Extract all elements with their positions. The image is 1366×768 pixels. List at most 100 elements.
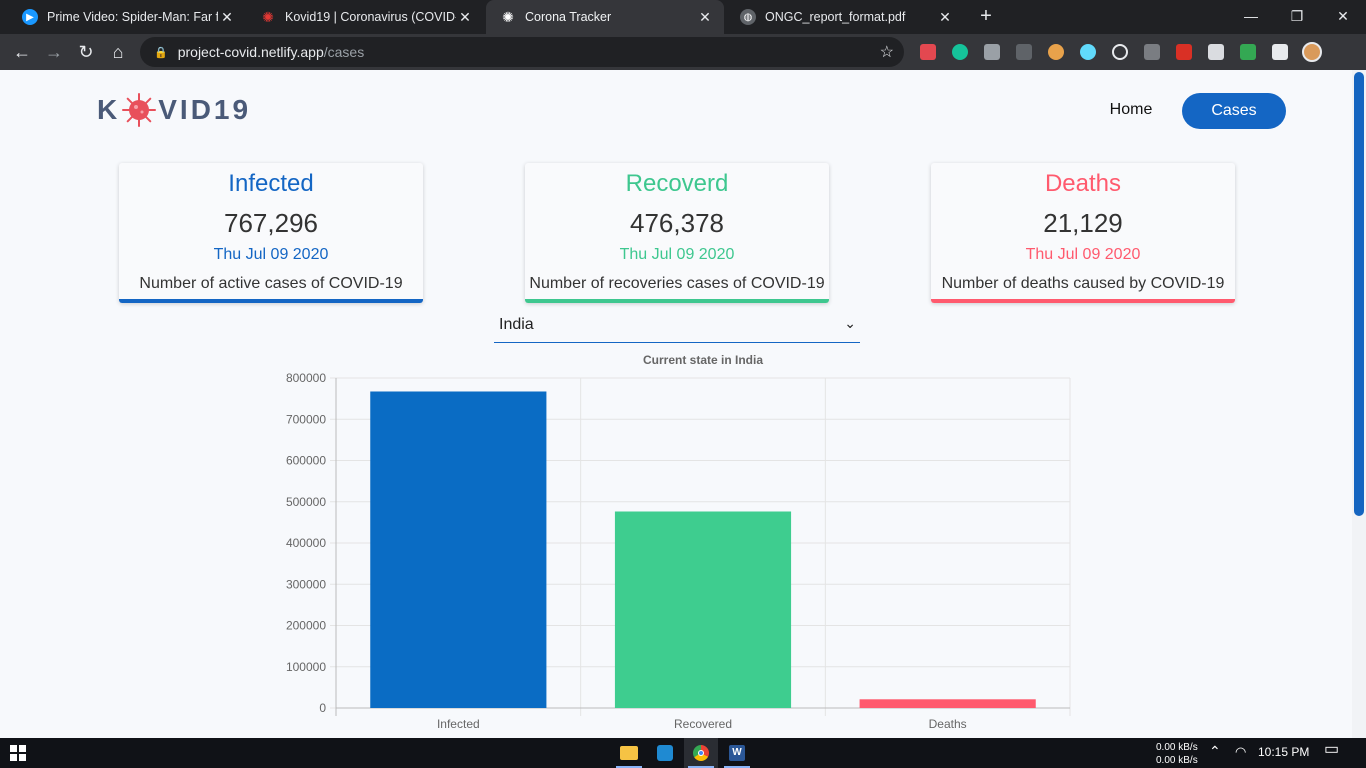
x-tick-label: Deaths <box>929 717 967 731</box>
globe-icon: ◍ <box>740 9 756 25</box>
close-icon[interactable]: ✕ <box>218 9 236 26</box>
home-icon[interactable]: ⌂ <box>106 40 130 64</box>
y-tick-label: 800000 <box>286 371 326 385</box>
card-description: Number of recoveries cases of COVID-19 <box>529 275 825 292</box>
word-icon[interactable]: W <box>720 738 754 768</box>
virus-icon: ✺ <box>502 8 514 25</box>
card-description: Number of active cases of COVID-19 <box>139 275 403 292</box>
card-title: Deaths <box>1044 170 1122 197</box>
react-devtools-icon[interactable] <box>1080 44 1096 60</box>
card-value: 476,378 <box>630 208 724 238</box>
card-date: Thu Jul 09 2020 <box>213 246 329 263</box>
card-title: Recoverd <box>625 170 729 197</box>
tab-title: Corona Tracker <box>525 10 612 24</box>
tab-title: Kovid19 | Coronavirus (COVID-19 <box>285 10 456 24</box>
y-tick-label: 100000 <box>286 660 326 674</box>
nav-home-link[interactable]: Home <box>1096 92 1166 128</box>
close-icon[interactable]: ✕ <box>936 9 954 26</box>
card-stripe <box>525 299 829 303</box>
vscode-icon[interactable] <box>648 738 682 768</box>
net-up: 0.00 kB/s <box>1156 742 1198 753</box>
clock[interactable]: 10:15 PM <box>1258 746 1309 759</box>
card-stripe <box>931 299 1235 303</box>
y-tick-label: 200000 <box>286 619 326 633</box>
infected-card: Infected 767,296 Thu Jul 09 2020 Number … <box>119 163 423 303</box>
reload-icon[interactable]: ↻ <box>74 40 98 64</box>
y-tick-label: 300000 <box>286 577 326 591</box>
country-select[interactable]: India ⌄ <box>494 307 860 343</box>
y-tick-label: 0 <box>319 701 326 715</box>
lock-icon: 🔒 <box>154 46 168 59</box>
wifi-icon[interactable]: ◠ <box>1235 745 1246 758</box>
card-date: Thu Jul 09 2020 <box>619 246 735 263</box>
chart-title: Current state in India <box>643 353 763 367</box>
restore-button[interactable]: ❐ <box>1274 0 1320 34</box>
page: K VID19 Home Cases Infected 767,296 Thu … <box>0 70 1352 738</box>
url-path: /cases <box>323 44 365 60</box>
close-icon[interactable]: ✕ <box>696 9 714 26</box>
nav-cases-button[interactable]: Cases <box>1182 93 1286 129</box>
tab-prime-video[interactable]: ▶ Prime Video: Spider-Man: Far from Home… <box>8 0 246 34</box>
virus-icon: ✺ <box>262 8 274 25</box>
new-tab-button[interactable]: + <box>974 5 998 29</box>
address-bar[interactable]: 🔒 project-covid.netlify.app /cases ☆ <box>140 37 904 67</box>
extension-icon[interactable] <box>984 44 1000 60</box>
extension-icon[interactable] <box>1112 44 1128 60</box>
prime-video-icon: ▶ <box>22 9 38 25</box>
x-tick-label: Infected <box>437 717 480 731</box>
site-logo[interactable]: K VID19 <box>97 93 252 127</box>
back-icon[interactable]: ← <box>10 40 34 64</box>
virus-icon <box>122 93 157 127</box>
extension-icon[interactable] <box>1048 44 1064 60</box>
close-window-button[interactable]: ✕ <box>1320 0 1366 34</box>
card-value: 21,129 <box>1043 208 1123 238</box>
bookmark-star-icon[interactable]: ☆ <box>880 42 894 62</box>
chrome-icon[interactable] <box>684 738 718 768</box>
tab-kovid19[interactable]: ✺ Kovid19 | Coronavirus (COVID-19 ✕ <box>246 0 484 34</box>
network-speed: 0.00 kB/s 0.00 kB/s <box>1156 741 1198 767</box>
y-tick-label: 500000 <box>286 495 326 509</box>
card-stripe <box>119 299 423 303</box>
y-tick-label: 700000 <box>286 412 326 426</box>
extension-icon[interactable] <box>1144 44 1160 60</box>
profile-avatar[interactable] <box>1302 42 1322 62</box>
tab-corona-tracker[interactable]: ✺ Corona Tracker ✕ <box>486 0 724 34</box>
card-date: Thu Jul 09 2020 <box>1025 246 1141 263</box>
url-host: project-covid.netlify.app <box>177 44 324 60</box>
logo-text-left: K <box>97 94 121 125</box>
extension-icon[interactable] <box>1016 44 1032 60</box>
windows-start-icon[interactable] <box>10 745 26 761</box>
minimize-button[interactable]: — <box>1228 0 1274 34</box>
grammarly-extension-icon[interactable] <box>952 44 968 60</box>
card-value: 767,296 <box>224 208 318 238</box>
scrollbar-thumb[interactable] <box>1354 72 1364 516</box>
card-title: Infected <box>228 170 314 197</box>
puzzle-icon[interactable] <box>1272 44 1288 60</box>
card-description: Number of deaths caused by COVID-19 <box>941 275 1225 292</box>
close-icon[interactable]: ✕ <box>456 9 474 26</box>
forward-icon[interactable]: → <box>42 40 66 64</box>
extension-icon[interactable] <box>1176 44 1192 60</box>
bar-infected <box>370 391 547 708</box>
tab-title: ONGC_report_format.pdf <box>765 10 906 24</box>
notifications-icon[interactable]: ▭ <box>1324 742 1339 758</box>
bar-deaths <box>859 699 1036 708</box>
tab-strip: ▶ Prime Video: Spider-Man: Far from Home… <box>0 0 1366 34</box>
pocket-extension-icon[interactable] <box>920 44 936 60</box>
deaths-card: Deaths 21,129 Thu Jul 09 2020 Number of … <box>931 163 1235 303</box>
extension-icon[interactable] <box>1240 44 1256 60</box>
recovered-card: Recoverd 476,378 Thu Jul 09 2020 Number … <box>525 163 829 303</box>
y-tick-label: 400000 <box>286 536 326 550</box>
tab-title: Prime Video: Spider-Man: Far from Home <box>47 10 218 24</box>
file-explorer-icon[interactable] <box>612 738 646 768</box>
y-tick-label: 600000 <box>286 454 326 468</box>
chevron-down-icon: ⌄ <box>844 315 856 331</box>
extension-icon[interactable] <box>1208 44 1224 60</box>
logo-text-right: VID19 <box>158 94 252 125</box>
chevron-up-icon[interactable]: ⌃ <box>1209 744 1221 758</box>
taskbar: W 0.00 kB/s 0.00 kB/s ⌃ ◠ 10:15 PM ▭ <box>0 738 1366 768</box>
browser-toolbar: ← → ↻ ⌂ 🔒 project-covid.netlify.app /cas… <box>0 34 1366 94</box>
tab-ongc-pdf[interactable]: ◍ ONGC_report_format.pdf ✕ <box>726 0 964 34</box>
bar-chart: Current state in India 0 100000 200000 30000… <box>286 353 1071 731</box>
country-select-value: India <box>499 315 534 333</box>
